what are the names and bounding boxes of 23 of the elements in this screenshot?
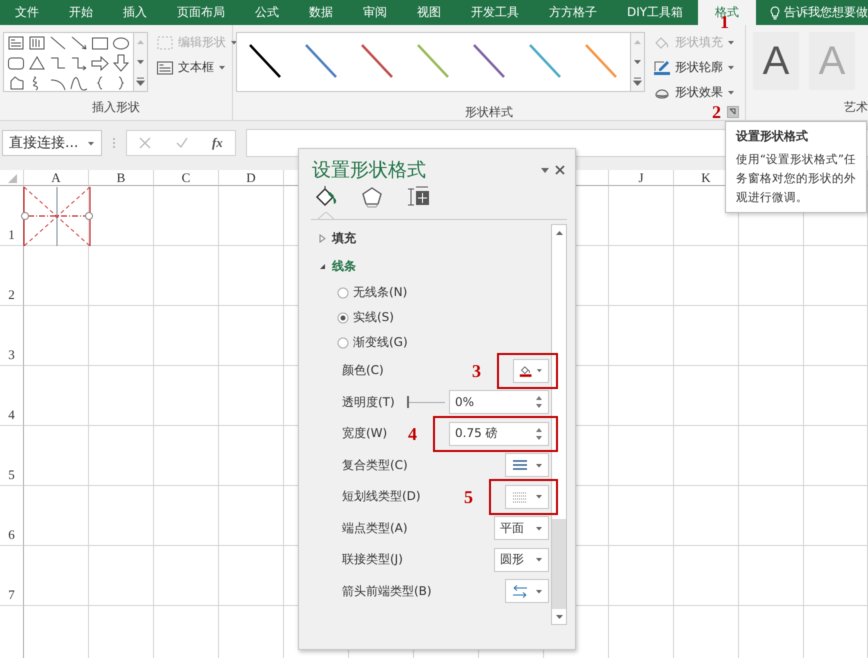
dropdown-value: 平面 — [500, 520, 524, 537]
property-label: 复合类型(C) — [341, 456, 409, 474]
property-label: 箭头前端类型(B) — [341, 582, 433, 600]
callout-number: 4 — [408, 424, 417, 443]
field-value: 0% — [455, 395, 474, 410]
callout-number: 5 — [464, 488, 473, 506]
tooltip-title: 设置形状格式 — [736, 128, 809, 145]
name-box-text: 直接连接... — [9, 134, 78, 152]
dropdown-value: 圆形 — [500, 551, 524, 568]
pane-title: 设置形状格式 — [312, 158, 427, 183]
callout-number: 2 — [712, 103, 721, 121]
group-label: 形状样式 — [465, 104, 513, 120]
property-label: 宽度(W) — [341, 425, 388, 442]
property-label: 颜色(C) — [341, 362, 385, 380]
callout-number: 3 — [472, 362, 481, 380]
tooltip-text: 使用“设置形状格式”任务窗格对您的形状的外观进行微调。 — [736, 151, 857, 206]
group-label: 插入形状 — [92, 98, 140, 116]
property-label: 短划线类型(D) — [341, 488, 422, 506]
property-label: 联接类型(J) — [341, 551, 404, 568]
property-label: 端点类型(A) — [341, 520, 409, 537]
property-label: 透明度(T) — [341, 394, 396, 411]
group-label: 艺术 — [844, 98, 868, 116]
field-value: 0.75 磅 — [455, 425, 498, 442]
